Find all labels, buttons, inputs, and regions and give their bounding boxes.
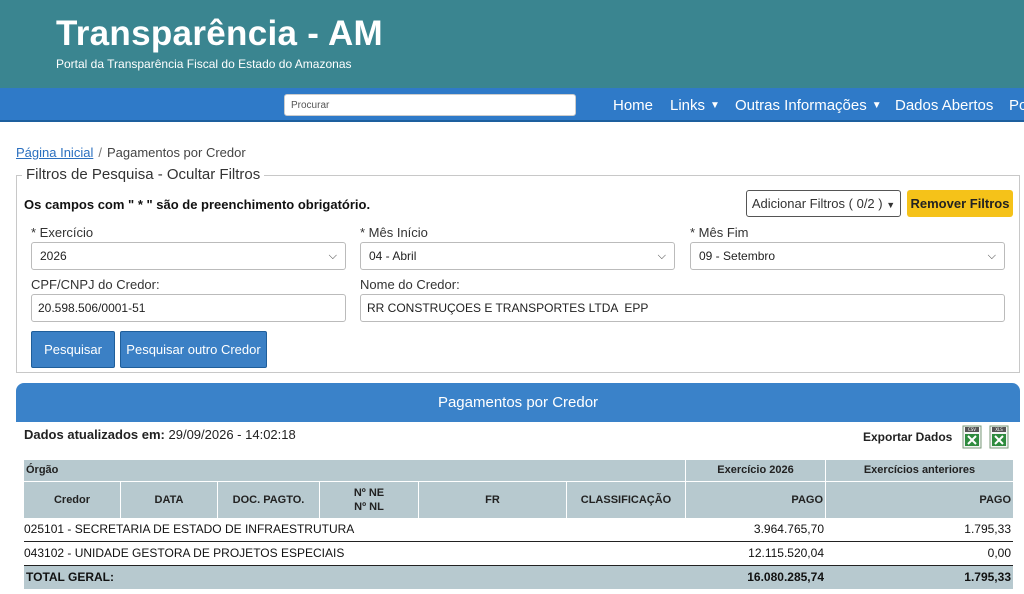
nav-item-truncated[interactable]: Po — [1009, 97, 1024, 114]
main-navbar: Home Links ▼ Outras Informações ▼ Dados Ab… — [0, 88, 1024, 122]
nav-item-links-label: Links — [670, 97, 706, 114]
site-header: Transparência - AM Portal da Transparênc… — [0, 0, 1024, 88]
col-pago[interactable]: PAGO — [686, 482, 826, 518]
add-filters-button[interactable]: Adicionar Filtros ( 0/2 ) ▼ — [746, 190, 901, 217]
col-data[interactable]: DATA — [121, 482, 218, 518]
mes-inicio-select[interactable]: 04 - Abril ⌵ — [360, 242, 675, 270]
site-title[interactable]: Transparência - AM — [56, 14, 383, 54]
col-ne-nl[interactable]: Nº NE Nº NL — [320, 482, 419, 518]
breadcrumb-current: Pagamentos por Credor — [106, 145, 246, 160]
mes-fim-value: 09 - Setembro — [699, 249, 776, 263]
mes-fim-select[interactable]: 09 - Setembro ⌵ — [690, 242, 1005, 270]
remove-filters-button[interactable]: Remover Filtros — [907, 190, 1013, 217]
cpf-cnpj-input[interactable] — [31, 294, 346, 322]
total-label: TOTAL GERAL: — [26, 570, 114, 584]
table-column-header-row: Credor DATA DOC. PAGTO. Nº NE Nº NL FR CL… — [24, 482, 1013, 518]
cpf-cnpj-label: CPF/CNPJ do Credor: — [31, 277, 160, 292]
nav-item-home[interactable]: Home — [613, 97, 653, 114]
csv-file-icon[interactable]: CSV — [962, 425, 982, 449]
mes-inicio-value: 04 - Abril — [369, 249, 417, 263]
xls-file-icon[interactable]: XLS — [989, 425, 1009, 449]
exercicio-label: * Exercício — [31, 225, 94, 240]
group-header-orgao: Órgão — [24, 460, 686, 481]
chevron-down-icon: ⌵ — [657, 250, 666, 262]
nav-item-outras-label: Outras Informações — [735, 97, 867, 114]
exercicio-value: 2026 — [40, 249, 67, 263]
group-header-anteriores: Exercícios anteriores — [826, 460, 1013, 481]
nome-credor-input[interactable] — [360, 294, 1005, 322]
mes-fim-label: * Mês Fim — [690, 225, 749, 240]
caret-down-icon: ▼ — [871, 100, 882, 111]
row-pago: 3.964.765,70 — [753, 522, 824, 536]
table-total-row: TOTAL GERAL: 16.080.285,74 1.795,33 — [24, 566, 1013, 589]
row-pago-anteriores: 1.795,33 — [964, 522, 1011, 536]
row-orgao: 025101 - SECRETARIA DE ESTADO DE INFRAES… — [24, 522, 355, 536]
col-credor[interactable]: Credor — [24, 482, 121, 518]
nav-item-dados-abertos[interactable]: Dados Abertos — [895, 97, 993, 114]
nome-credor-label: Nome do Credor: — [360, 277, 460, 292]
filters-legend-toggle[interactable]: Filtros de Pesquisa - Ocultar Filtros — [22, 166, 265, 183]
col-fr[interactable]: FR — [419, 482, 567, 518]
mes-inicio-label: * Mês Início — [360, 225, 428, 240]
total-pago: 16.080.285,74 — [747, 570, 824, 584]
nav-item-outras-informacoes[interactable]: Outras Informações ▼ — [735, 97, 882, 114]
search-other-credor-button[interactable]: Pesquisar outro Credor — [120, 331, 267, 368]
svg-text:CSV: CSV — [968, 427, 976, 432]
caret-down-icon: ▼ — [710, 100, 720, 111]
total-pago-anteriores: 1.795,33 — [964, 570, 1011, 584]
col-nl: Nº NL — [354, 501, 384, 513]
search-button[interactable]: Pesquisar — [31, 331, 115, 368]
updated-label: Dados atualizados em: — [24, 427, 165, 442]
svg-text:XLS: XLS — [995, 427, 1003, 432]
export-data-label: Exportar Dados — [863, 430, 953, 444]
col-ne: Nº NE — [353, 487, 385, 499]
chevron-down-icon: ⌵ — [987, 250, 996, 262]
table-row[interactable]: 043102 - UNIDADE GESTORA DE PROJETOS ESP… — [24, 542, 1013, 566]
group-header-exercicio: Exercício 2026 — [686, 460, 826, 481]
updated-timestamp: Dados atualizados em: 29/09/2026 - 14:02… — [24, 427, 296, 442]
search-input[interactable] — [284, 94, 576, 116]
breadcrumb-home-link[interactable]: Página Inicial — [16, 145, 93, 160]
add-filters-label: Adicionar Filtros ( 0/2 ) — [751, 196, 883, 211]
breadcrumb-separator: / — [98, 145, 102, 160]
row-pago: 12.115.520,04 — [748, 546, 824, 560]
breadcrumb: Página Inicial / Pagamentos por Credor — [16, 145, 246, 160]
results-panel-title: Pagamentos por Credor — [16, 383, 1020, 422]
table-row[interactable]: 025101 - SECRETARIA DE ESTADO DE INFRAES… — [24, 518, 1013, 542]
site-subtitle: Portal da Transparência Fiscal do Estado… — [56, 57, 352, 71]
updated-value: 29/09/2026 - 14:02:18 — [168, 427, 296, 442]
exercicio-select[interactable]: 2026 ⌵ — [31, 242, 346, 270]
row-orgao: 043102 - UNIDADE GESTORA DE PROJETOS ESP… — [24, 546, 345, 560]
caret-down-icon: ▼ — [886, 200, 896, 210]
col-classificacao[interactable]: CLASSIFICAÇÃO — [567, 482, 686, 518]
row-pago-anteriores: 0,00 — [987, 546, 1011, 560]
table-group-header-row: Órgão Exercício 2026 Exercícios anterior… — [24, 460, 1013, 481]
required-fields-note: Os campos com " * " são de preenchimento… — [24, 197, 371, 212]
nav-item-links[interactable]: Links ▼ — [670, 97, 720, 114]
chevron-down-icon: ⌵ — [328, 250, 337, 262]
col-pago-anteriores[interactable]: PAGO — [826, 482, 1013, 518]
col-doc-pagto[interactable]: DOC. PAGTO. — [218, 482, 320, 518]
